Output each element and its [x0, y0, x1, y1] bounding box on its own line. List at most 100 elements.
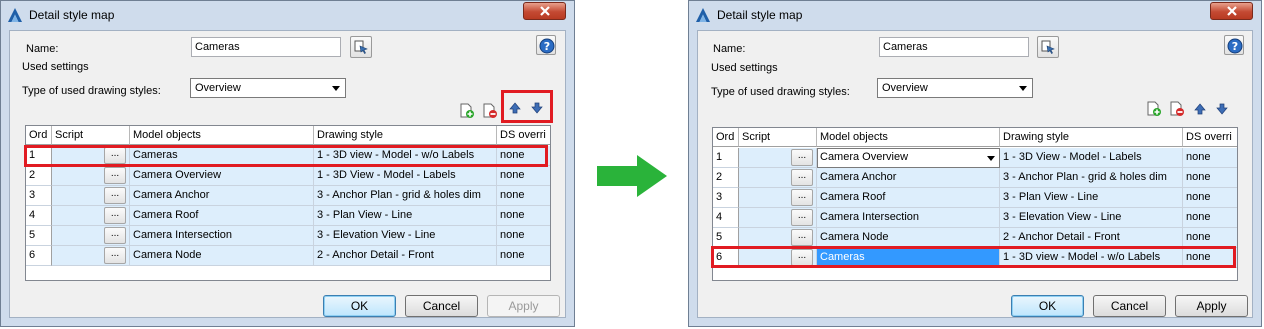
script-cell[interactable]: ...: [739, 228, 817, 248]
model-object-cell-selected[interactable]: Cameras: [817, 248, 1000, 268]
ds-override-cell[interactable]: none: [1183, 168, 1237, 188]
pick-name-button[interactable]: [1037, 36, 1059, 58]
close-button[interactable]: [1210, 2, 1253, 20]
script-browse-button[interactable]: ...: [791, 209, 813, 226]
script-cell[interactable]: ...: [739, 188, 817, 208]
script-browse-button[interactable]: ...: [104, 167, 126, 184]
model-object-cell[interactable]: Camera Anchor: [130, 186, 314, 206]
script-browse-button[interactable]: ...: [104, 147, 126, 164]
model-object-cell[interactable]: Camera Node: [130, 246, 314, 266]
script-browse-button[interactable]: ...: [791, 149, 813, 166]
cancel-button[interactable]: Cancel: [405, 295, 478, 317]
script-cell[interactable]: ...: [52, 226, 130, 246]
type-select[interactable]: Overview: [877, 78, 1033, 98]
model-object-cell[interactable]: Camera Overview: [130, 166, 314, 186]
ds-override-cell[interactable]: none: [1183, 208, 1237, 228]
add-row-button[interactable]: [459, 103, 475, 119]
pick-name-button[interactable]: [350, 36, 372, 58]
help-button[interactable]: ?: [1224, 35, 1244, 55]
drawing-style-cell[interactable]: 2 - Anchor Detail - Front: [1000, 228, 1183, 248]
model-object-select[interactable]: Camera Overview: [817, 148, 1000, 168]
drawing-style-cell[interactable]: 3 - Plan View - Line: [1000, 188, 1183, 208]
ord-cell[interactable]: 3: [713, 188, 739, 208]
script-browse-button[interactable]: ...: [104, 207, 126, 224]
ds-override-cell[interactable]: none: [1183, 248, 1237, 268]
svg-text:?: ?: [1232, 40, 1238, 53]
app-icon: [696, 8, 710, 22]
model-object-cell[interactable]: Camera Node: [817, 228, 1000, 248]
ord-cell[interactable]: 6: [713, 248, 739, 268]
model-object-cell[interactable]: Camera Anchor: [817, 168, 1000, 188]
model-object-cell[interactable]: Camera Intersection: [130, 226, 314, 246]
move-down-button[interactable]: [529, 100, 545, 116]
script-cell[interactable]: ...: [52, 166, 130, 186]
drawing-style-cell[interactable]: 1 - 3D View - Model - Labels: [1000, 148, 1183, 168]
drawing-style-cell[interactable]: 3 - Anchor Plan - grid & holes dim: [314, 186, 497, 206]
ds-override-cell[interactable]: none: [1183, 188, 1237, 208]
ds-override-cell[interactable]: none: [497, 146, 550, 166]
ord-cell[interactable]: 2: [713, 168, 739, 188]
drawing-style-cell[interactable]: 3 - Elevation View - Line: [314, 226, 497, 246]
drawing-style-cell[interactable]: 1 - 3D view - Model - w/o Labels: [1000, 248, 1183, 268]
model-object-select-value: Camera Overview: [820, 151, 909, 163]
type-select[interactable]: Overview: [190, 78, 346, 98]
ds-override-cell[interactable]: none: [497, 226, 550, 246]
close-button[interactable]: [523, 2, 566, 20]
script-browse-button[interactable]: ...: [791, 169, 813, 186]
drawing-style-cell[interactable]: 3 - Elevation View - Line: [1000, 208, 1183, 228]
ds-override-cell[interactable]: none: [1183, 228, 1237, 248]
ord-cell[interactable]: 1: [26, 146, 52, 166]
model-object-cell[interactable]: Camera Intersection: [817, 208, 1000, 228]
script-browse-button[interactable]: ...: [104, 227, 126, 244]
name-input[interactable]: [191, 37, 341, 57]
script-cell[interactable]: ...: [739, 208, 817, 228]
model-object-cell[interactable]: Camera Roof: [817, 188, 1000, 208]
script-cell[interactable]: ...: [739, 148, 817, 168]
ok-button[interactable]: OK: [1011, 295, 1084, 317]
script-browse-button[interactable]: ...: [791, 249, 813, 266]
script-cell[interactable]: ...: [52, 146, 130, 166]
script-cell[interactable]: ...: [739, 168, 817, 188]
apply-button[interactable]: Apply: [487, 295, 560, 317]
script-cell[interactable]: ...: [52, 186, 130, 206]
ds-override-cell[interactable]: none: [1183, 148, 1237, 168]
ord-cell[interactable]: 2: [26, 166, 52, 186]
apply-button[interactable]: Apply: [1175, 295, 1248, 317]
delete-row-button[interactable]: [482, 103, 498, 119]
ds-override-cell[interactable]: none: [497, 246, 550, 266]
drawing-style-cell[interactable]: 1 - 3D view - Model - w/o Labels: [314, 146, 497, 166]
script-browse-button[interactable]: ...: [791, 229, 813, 246]
script-browse-button[interactable]: ...: [104, 247, 126, 264]
move-up-button[interactable]: [507, 100, 523, 116]
move-up-button[interactable]: [1192, 101, 1208, 117]
ord-cell[interactable]: 4: [713, 208, 739, 228]
drawing-style-cell[interactable]: 3 - Plan View - Line: [314, 206, 497, 226]
ord-cell[interactable]: 5: [26, 226, 52, 246]
add-row-button[interactable]: [1146, 101, 1162, 117]
ord-cell[interactable]: 4: [26, 206, 52, 226]
ds-override-cell[interactable]: none: [497, 166, 550, 186]
script-browse-button[interactable]: ...: [104, 187, 126, 204]
model-object-cell[interactable]: Camera Roof: [130, 206, 314, 226]
move-down-button[interactable]: [1214, 101, 1230, 117]
name-input[interactable]: [879, 37, 1029, 57]
dialog-before: Detail style map Name: ? Used settings T…: [0, 0, 575, 327]
script-cell[interactable]: ...: [739, 248, 817, 268]
ds-override-cell[interactable]: none: [497, 186, 550, 206]
cancel-button[interactable]: Cancel: [1093, 295, 1166, 317]
script-cell[interactable]: ...: [52, 206, 130, 226]
model-object-cell[interactable]: Cameras: [130, 146, 314, 166]
help-button[interactable]: ?: [536, 35, 556, 55]
script-cell[interactable]: ...: [52, 246, 130, 266]
drawing-style-cell[interactable]: 2 - Anchor Detail - Front: [314, 246, 497, 266]
ord-cell[interactable]: 6: [26, 246, 52, 266]
ord-cell[interactable]: 3: [26, 186, 52, 206]
ds-override-cell[interactable]: none: [497, 206, 550, 226]
drawing-style-cell[interactable]: 1 - 3D View - Model - Labels: [314, 166, 497, 186]
ord-cell[interactable]: 5: [713, 228, 739, 248]
drawing-style-cell[interactable]: 3 - Anchor Plan - grid & holes dim: [1000, 168, 1183, 188]
ord-cell[interactable]: 1: [713, 148, 739, 168]
ok-button[interactable]: OK: [323, 295, 396, 317]
delete-row-button[interactable]: [1169, 101, 1185, 117]
script-browse-button[interactable]: ...: [791, 189, 813, 206]
